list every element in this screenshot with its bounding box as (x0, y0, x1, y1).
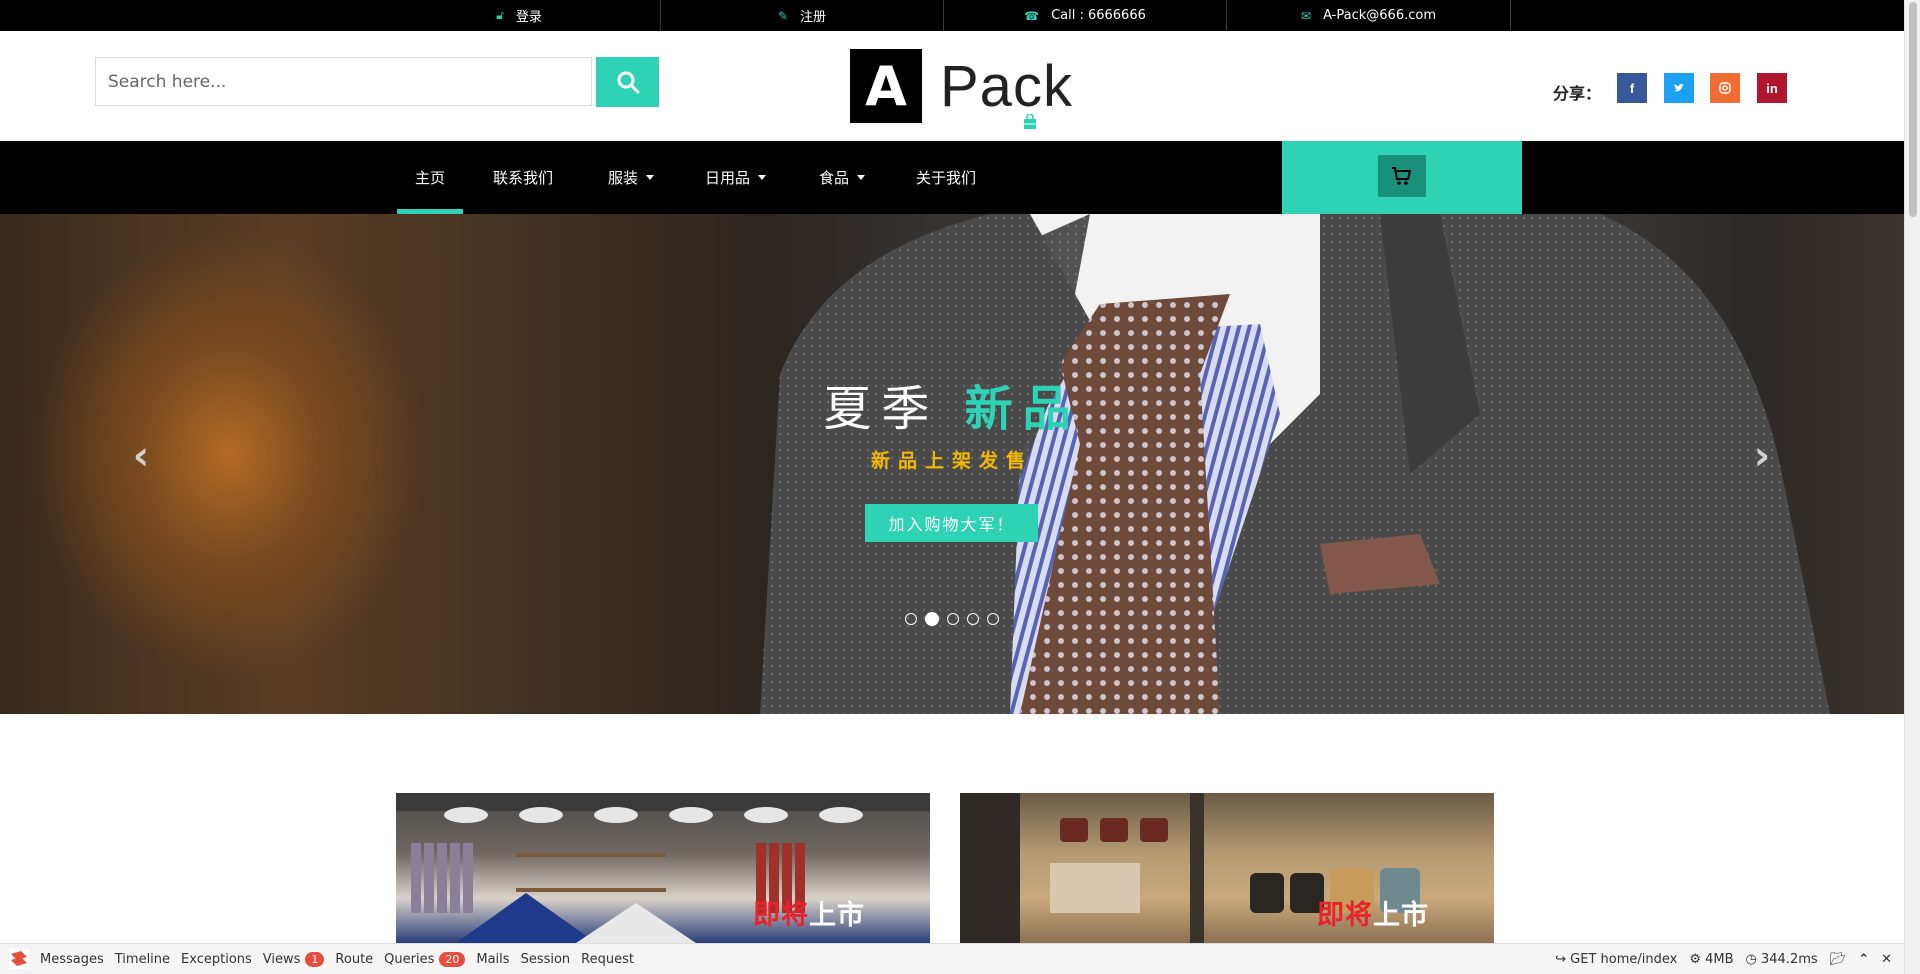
debug-tab-timeline[interactable]: Timeline (115, 952, 170, 967)
join-shopping-button[interactable]: 加入购物大军！ (865, 504, 1038, 542)
edit-icon: ✎ (777, 8, 789, 23)
caret-down-icon (646, 175, 655, 180)
debug-bar-right: ↪ GET home/index ⚙ 4MB ◷ 344.2ms 📂︎ ⌃ ✕ (1555, 944, 1892, 974)
coming-soon-red: 即将 (1317, 900, 1373, 931)
debug-tab-mails[interactable]: Mails (476, 952, 509, 967)
carousel-dot[interactable] (967, 613, 979, 625)
time-value: 344.2ms (1761, 951, 1818, 967)
lock-icon: 🔓︎ (496, 8, 504, 22)
instagram-glyph-icon (1719, 82, 1731, 94)
shopping-bag-icon (1024, 114, 1036, 129)
route-value: GET home/index (1570, 951, 1678, 967)
register-label: 注册 (800, 10, 827, 25)
nav-contact[interactable]: 联系我们 (493, 141, 553, 214)
instagram-icon[interactable] (1710, 73, 1740, 103)
top-bar: 🔓︎ 登录 ✎ 注册 ☎ Call : 6666666 ✉ A-Pack@666… (0, 0, 1904, 31)
promo-card-bags[interactable]: 即将上市 (960, 793, 1494, 943)
carousel-prev-arrow-icon[interactable]: ‹ (126, 433, 156, 479)
login-label: 登录 (515, 10, 542, 25)
logo-letter: A (850, 49, 922, 123)
debug-bar: Messages Timeline Exceptions Views 1 Rou… (0, 943, 1904, 974)
nav-daily-goods-label: 日用品 (705, 169, 751, 187)
call-label: Call : 6666666 (1051, 8, 1146, 23)
scrollbar-thumb[interactable] (1909, 2, 1917, 217)
share-label: 分享： (1553, 84, 1602, 103)
hero-title: 夏季 新品 (0, 369, 1904, 439)
site-logo[interactable]: A Pack (850, 49, 1073, 123)
debug-tab-views-label: Views (262, 951, 301, 967)
carousel-next-arrow-icon[interactable]: › (1747, 433, 1777, 479)
carousel-dot-active[interactable] (925, 612, 939, 626)
carousel-dot[interactable] (987, 613, 999, 625)
envelope-icon: ✉ (1301, 8, 1312, 23)
nav-food-label: 食品 (819, 169, 850, 187)
nav-about-label: 关于我们 (916, 169, 977, 187)
login-link[interactable]: 🔓︎ 登录 (378, 0, 661, 31)
debug-tab-session[interactable]: Session (521, 952, 571, 967)
search-icon (617, 71, 639, 94)
coming-soon-white: 上市 (809, 900, 865, 931)
email-label: A-Pack@666.com (1323, 8, 1436, 23)
coming-soon-white: 上市 (1373, 900, 1429, 931)
nav-food[interactable]: 食品 (819, 141, 866, 214)
debug-tab-views[interactable]: Views 1 (262, 951, 325, 967)
folder-open-icon[interactable]: 📂︎ (1830, 952, 1847, 967)
debug-tab-queries[interactable]: Queries 20 (384, 951, 466, 967)
time-info: ◷ 344.2ms (1746, 952, 1818, 967)
register-link[interactable]: ✎ 注册 (661, 0, 944, 31)
close-icon[interactable]: ✕ (1881, 952, 1892, 967)
coming-soon-label: 即将上市 (753, 893, 865, 932)
coming-soon-label: 即将上市 (1317, 893, 1429, 932)
caret-down-icon (857, 175, 866, 180)
memory-value: 4MB (1705, 951, 1734, 967)
share-arrow-icon: ↪ (1555, 951, 1567, 967)
carousel-dot[interactable] (905, 613, 917, 625)
debug-tab-queries-label: Queries (384, 951, 435, 967)
hero-title-highlight: 新品 (964, 381, 1081, 437)
main-nav: 主页 联系我们 服装 日用品 食品 关于我们 (0, 141, 1904, 214)
chevron-up-icon[interactable]: ⌃ (1858, 952, 1869, 967)
logo-text: Pack (940, 53, 1073, 119)
coming-soon-red: 即将 (753, 900, 809, 931)
caret-down-icon (758, 175, 767, 180)
email-link[interactable]: ✉ A-Pack@666.com (1227, 0, 1511, 31)
cogs-icon: ⚙ (1689, 951, 1701, 967)
nav-home-label: 主页 (414, 169, 445, 187)
hero-title-plain: 夏季 (823, 381, 940, 437)
cart-area (1282, 141, 1522, 214)
hero-subtitle: 新品上架发售 (870, 450, 1033, 472)
nav-clothing[interactable]: 服装 (608, 141, 655, 214)
facebook-icon[interactable]: f (1617, 73, 1647, 103)
debugbar-logo-icon[interactable] (8, 948, 30, 970)
twitter-icon[interactable] (1664, 73, 1694, 103)
carousel-indicators (905, 612, 999, 626)
linkedin-icon[interactable]: in (1757, 73, 1787, 103)
carousel-dot[interactable] (947, 613, 959, 625)
hero-carousel: 夏季 新品 新品上架发售 加入购物大军！ ‹ › (0, 214, 1904, 714)
nav-clothing-label: 服装 (608, 169, 639, 187)
promo-card-clothing[interactable]: 即将上市 (396, 793, 930, 943)
phone-icon: ☎ (1024, 8, 1040, 23)
page-scrollbar[interactable] (1904, 0, 1920, 974)
nav-home[interactable]: 主页 (397, 141, 463, 214)
clock-icon: ◷ (1745, 951, 1757, 967)
nav-contact-label: 联系我们 (493, 169, 554, 187)
views-count-badge: 1 (305, 951, 325, 967)
call-info: ☎ Call : 6666666 (944, 0, 1227, 31)
debug-tab-request[interactable]: Request (581, 952, 634, 967)
memory-info: ⚙ 4MB (1689, 952, 1733, 967)
shopping-cart-icon (1392, 167, 1412, 185)
search-button[interactable] (596, 57, 659, 107)
debug-tab-messages[interactable]: Messages (40, 952, 104, 967)
cart-button[interactable] (1378, 155, 1426, 197)
nav-about[interactable]: 关于我们 (916, 141, 976, 214)
twitter-bird-icon (1674, 84, 1684, 92)
queries-count-badge: 20 (439, 951, 466, 967)
nav-daily-goods[interactable]: 日用品 (705, 141, 767, 214)
debug-tab-route[interactable]: Route (335, 952, 373, 967)
route-info: ↪ GET home/index (1555, 952, 1677, 967)
debug-tab-exceptions[interactable]: Exceptions (181, 952, 252, 967)
search-input[interactable] (95, 57, 592, 106)
